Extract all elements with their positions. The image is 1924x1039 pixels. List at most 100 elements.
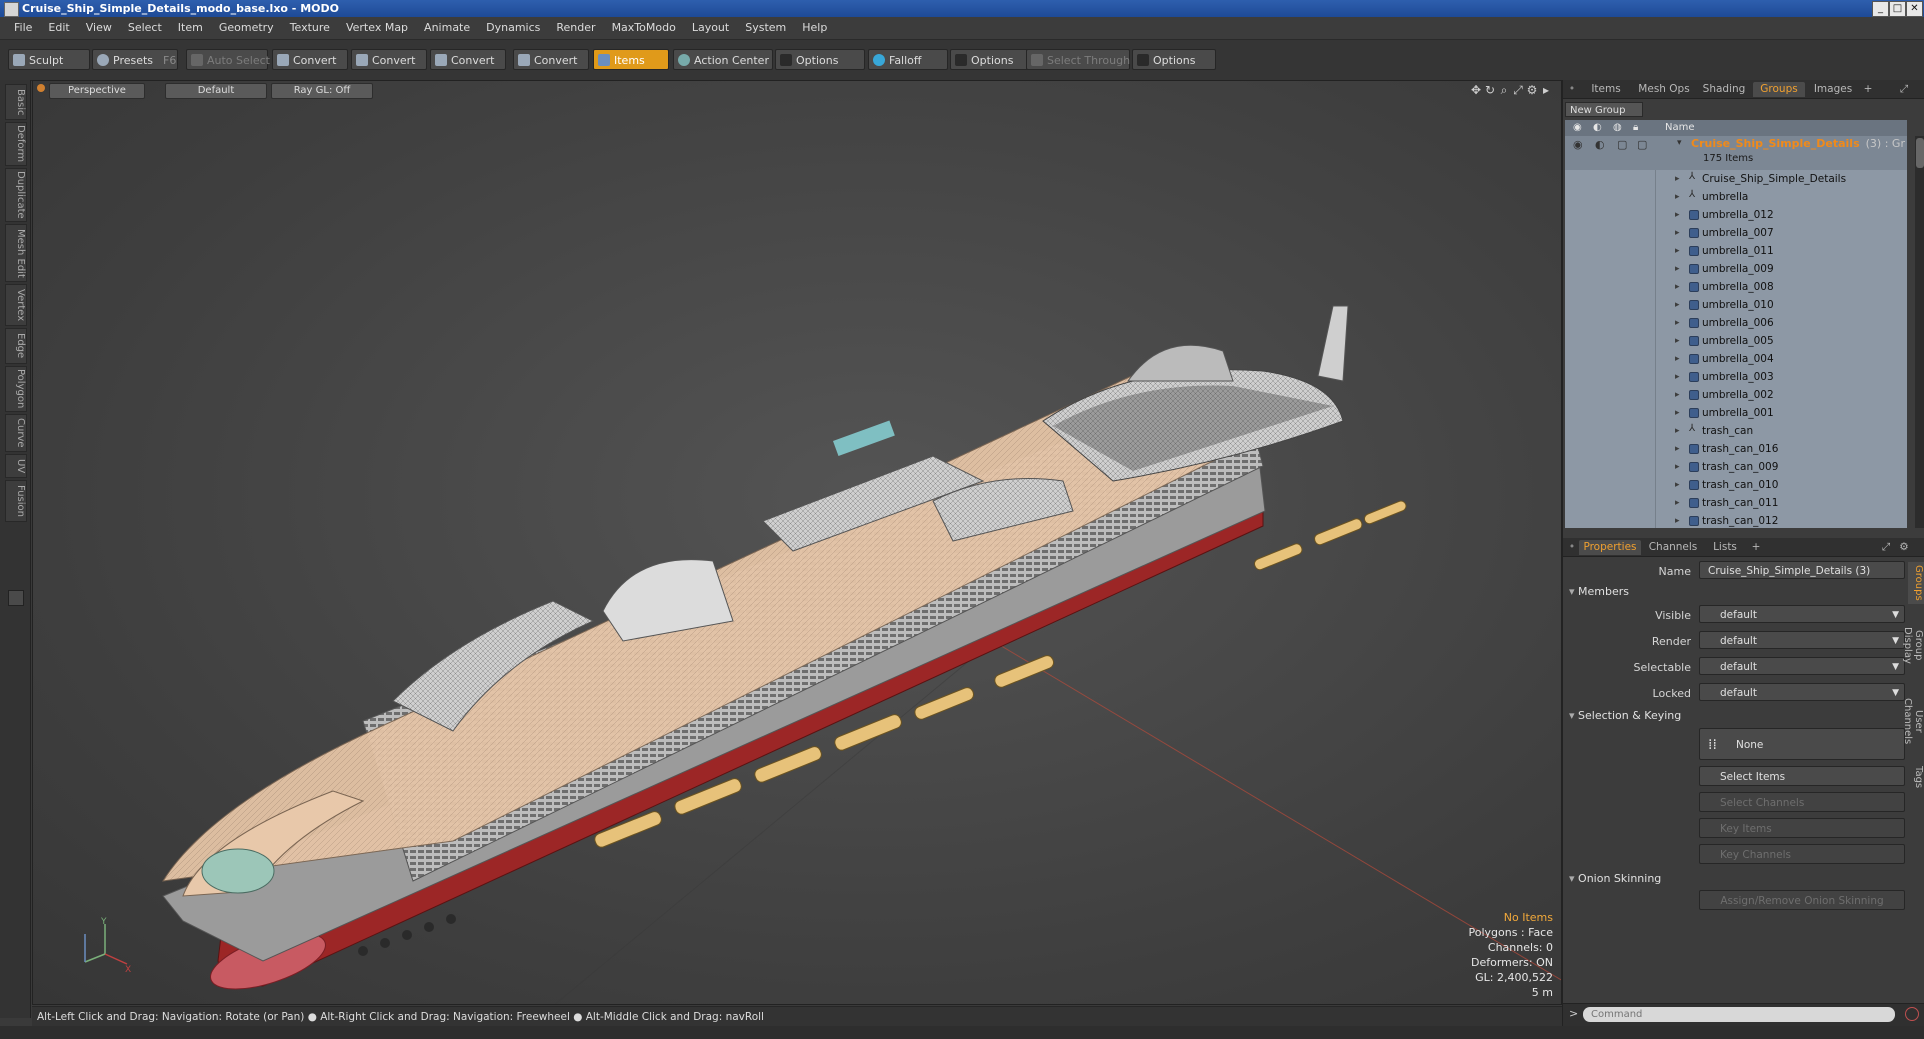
tab-groups[interactable]: Groups bbox=[1753, 82, 1805, 97]
list-item[interactable]: ▸ trash_can_012 bbox=[1565, 512, 1907, 528]
tab-items[interactable]: Items bbox=[1581, 82, 1631, 97]
list-item[interactable]: ▸ ⅄ umbrella bbox=[1565, 188, 1907, 206]
tab-properties[interactable]: Properties bbox=[1579, 540, 1641, 555]
new-group-button[interactable]: New Group bbox=[1565, 102, 1643, 117]
tab-deform[interactable]: Deform bbox=[5, 122, 27, 166]
list-item[interactable]: ▸ umbrella_003 bbox=[1565, 368, 1907, 386]
group-select-icon[interactable]: ▢ bbox=[1617, 138, 1627, 151]
command-input[interactable] bbox=[1583, 1007, 1895, 1022]
menu-texture[interactable]: Texture bbox=[282, 17, 338, 39]
items-mode-button[interactable]: Items bbox=[593, 49, 669, 70]
list-item[interactable]: ▸ ⅄ trash_can bbox=[1565, 422, 1907, 440]
menu-maxtomodo[interactable]: MaxToModo bbox=[604, 17, 684, 39]
group-render-icon[interactable]: ◐ bbox=[1595, 138, 1605, 151]
menu-system[interactable]: System bbox=[737, 17, 794, 39]
locked-dropdown[interactable]: default ▼ bbox=[1699, 683, 1905, 701]
panel-settings-icon[interactable]: ⚙ bbox=[1897, 540, 1911, 555]
list-item[interactable]: ▸ umbrella_009 bbox=[1565, 260, 1907, 278]
tab-shading[interactable]: Shading bbox=[1697, 82, 1751, 97]
scrollbar-thumb[interactable] bbox=[1916, 138, 1924, 168]
convert-vertex-button[interactable]: Convert bbox=[272, 49, 348, 70]
selection-set-none[interactable]: ⁞⁞ None bbox=[1699, 728, 1905, 760]
list-item[interactable]: ▸ umbrella_010 bbox=[1565, 296, 1907, 314]
group-visible-icon[interactable]: ◉ bbox=[1573, 138, 1583, 151]
list-item[interactable]: ▸ umbrella_004 bbox=[1565, 350, 1907, 368]
menu-animate[interactable]: Animate bbox=[416, 17, 478, 39]
list-item[interactable]: ▸ trash_can_009 bbox=[1565, 458, 1907, 476]
list-item[interactable]: ▸ umbrella_001 bbox=[1565, 404, 1907, 422]
name-column-header[interactable]: Name bbox=[1665, 120, 1695, 136]
groups-item-list[interactable]: ◉ ◐ ▢ ▢ ▾ Cruise_Ship_Simple_Details (3) … bbox=[1565, 136, 1907, 528]
tab-mesh-ops[interactable]: Mesh Ops bbox=[1633, 82, 1695, 97]
onion-skinning-section[interactable]: Onion Skinning bbox=[1569, 872, 1661, 885]
list-item[interactable]: ▸ umbrella_011 bbox=[1565, 242, 1907, 260]
list-item[interactable]: ▸ umbrella_008 bbox=[1565, 278, 1907, 296]
tab-polygon[interactable]: Polygon bbox=[5, 366, 27, 412]
select-items-button[interactable]: Select Items bbox=[1699, 766, 1905, 786]
lock-icon[interactable]: 🔒︎ bbox=[1633, 120, 1638, 136]
side-tab-user-channels[interactable]: User Channels bbox=[1902, 686, 1924, 756]
convert-material-button[interactable]: Convert bbox=[513, 49, 589, 70]
tab-curve[interactable]: Curve bbox=[5, 414, 27, 452]
convert-edge-button[interactable]: Convert bbox=[351, 49, 427, 70]
menu-vertex-map[interactable]: Vertex Map bbox=[338, 17, 416, 39]
menu-file[interactable]: File bbox=[6, 17, 40, 39]
menu-select[interactable]: Select bbox=[120, 17, 170, 39]
list-item[interactable]: ▸ trash_can_010 bbox=[1565, 476, 1907, 494]
presets-button[interactable]: Presets F6 bbox=[92, 49, 178, 70]
group-collapse-icon[interactable]: ▾ bbox=[1677, 138, 1682, 148]
action-center-options-button[interactable]: Options bbox=[775, 49, 865, 70]
tab-lists[interactable]: Lists bbox=[1705, 540, 1745, 555]
tab-mesh-edit[interactable]: Mesh Edit bbox=[5, 224, 27, 282]
list-item[interactable]: ▸ umbrella_006 bbox=[1565, 314, 1907, 332]
tab-duplicate[interactable]: Duplicate bbox=[5, 168, 27, 222]
select-channels-button[interactable]: Select Channels bbox=[1699, 792, 1905, 812]
selection-keying-section[interactable]: Selection & Keying bbox=[1569, 709, 1681, 722]
group-lock-icon[interactable]: ▢ bbox=[1637, 138, 1647, 151]
tab-uv[interactable]: UV bbox=[5, 454, 27, 478]
add-tab-button[interactable]: + bbox=[1861, 82, 1875, 97]
list-item[interactable]: ▸ umbrella_012 bbox=[1565, 206, 1907, 224]
tab-expand-icon[interactable] bbox=[8, 590, 24, 606]
auto-select-button[interactable]: Auto Select bbox=[186, 49, 270, 70]
falloff-button[interactable]: Falloff bbox=[868, 49, 948, 70]
side-tab-group-display[interactable]: Group Display bbox=[1902, 610, 1924, 680]
tab-edge[interactable]: Edge bbox=[5, 328, 27, 364]
action-center-button[interactable]: Action Center bbox=[673, 49, 773, 70]
key-items-button[interactable]: Key Items bbox=[1699, 818, 1905, 838]
selectable-icon[interactable]: ◍ bbox=[1613, 120, 1622, 136]
3d-viewport[interactable]: Perspective Default Ray GL: Off ✥ ↻ ⌕ ⤢ ⚙ ▸ bbox=[32, 80, 1562, 1005]
menu-item[interactable]: Item bbox=[170, 17, 211, 39]
expand-panel-icon[interactable]: ⤢ bbox=[1897, 82, 1911, 97]
menu-view[interactable]: View bbox=[78, 17, 120, 39]
tab-images[interactable]: Images bbox=[1807, 82, 1859, 97]
sculpt-button[interactable]: Sculpt bbox=[8, 49, 90, 70]
side-tab-groups[interactable]: Groups bbox=[1908, 562, 1924, 604]
assign-onion-button[interactable]: Assign/Remove Onion Skinning bbox=[1699, 890, 1905, 910]
maximize-button[interactable]: □ bbox=[1889, 1, 1906, 17]
minimize-button[interactable]: _ bbox=[1872, 1, 1889, 17]
visible-dropdown[interactable]: default ▼ bbox=[1699, 605, 1905, 623]
side-tab-tags[interactable]: Tags bbox=[1908, 762, 1924, 792]
render-dropdown[interactable]: default ▼ bbox=[1699, 631, 1905, 649]
list-item[interactable]: ▸ umbrella_005 bbox=[1565, 332, 1907, 350]
list-scrollbar[interactable] bbox=[1915, 136, 1924, 528]
render-visibility-icon[interactable]: ◐ bbox=[1593, 120, 1602, 136]
menu-render[interactable]: Render bbox=[548, 17, 603, 39]
tab-fusion[interactable]: Fusion bbox=[5, 480, 27, 522]
panel-menu-icon[interactable]: • bbox=[1567, 540, 1577, 555]
menu-edit[interactable]: Edit bbox=[40, 17, 77, 39]
panel-menu-icon[interactable]: • bbox=[1567, 82, 1577, 97]
tab-channels[interactable]: Channels bbox=[1645, 540, 1701, 555]
list-item[interactable]: ▸ ⅄ Cruise_Ship_Simple_Details bbox=[1565, 170, 1907, 188]
select-options-button[interactable]: Options bbox=[1132, 49, 1216, 70]
tab-vertex[interactable]: Vertex bbox=[5, 284, 27, 326]
group-row[interactable]: ◉ ◐ ▢ ▢ ▾ Cruise_Ship_Simple_Details (3) … bbox=[1565, 136, 1907, 170]
selectable-dropdown[interactable]: default ▼ bbox=[1699, 657, 1905, 675]
menu-help[interactable]: Help bbox=[794, 17, 835, 39]
menu-geometry[interactable]: Geometry bbox=[211, 17, 282, 39]
convert-polygon-button[interactable]: Convert bbox=[430, 49, 506, 70]
members-section[interactable]: Members bbox=[1569, 585, 1629, 598]
list-item[interactable]: ▸ trash_can_011 bbox=[1565, 494, 1907, 512]
list-item[interactable]: ▸ umbrella_002 bbox=[1565, 386, 1907, 404]
